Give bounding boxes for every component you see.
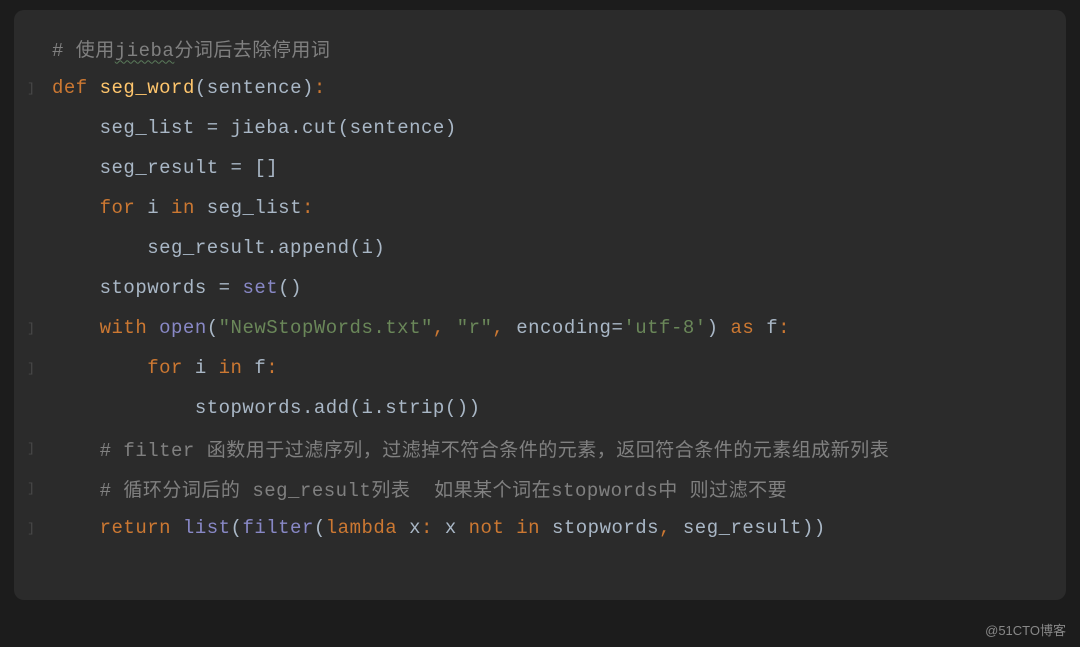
- code-content: for i in f:: [40, 357, 278, 379]
- code-line: stopwords.add(i.strip()): [14, 388, 1066, 428]
- code-line: ] def seg_word(sentence):: [14, 68, 1066, 108]
- gutter-mark: ]: [22, 521, 40, 536]
- code-content: def seg_word(sentence):: [40, 77, 326, 99]
- watermark-text: @51CTO博客: [985, 620, 1066, 639]
- code-line: ] for i in f:: [14, 348, 1066, 388]
- code-line: seg_result.append(i): [14, 228, 1066, 268]
- code-line: seg_list = jieba.cut(sentence): [14, 108, 1066, 148]
- code-content: for i in seg_list:: [40, 197, 314, 219]
- code-content: # filter 函数用于过滤序列，过滤掉不符合条件的元素，返回符合条件的元素组…: [40, 435, 889, 462]
- gutter-mark: ]: [22, 441, 40, 456]
- code-line: stopwords = set(): [14, 268, 1066, 308]
- code-content: stopwords.add(i.strip()): [40, 397, 481, 419]
- gutter-mark: ]: [22, 481, 40, 496]
- code-content: # 循环分词后的 seg_result列表 如果某个词在stopwords中 则…: [40, 475, 787, 502]
- code-content: stopwords = set(): [40, 277, 302, 299]
- code-line: for i in seg_list:: [14, 188, 1066, 228]
- code-line: ] return list(filter(lambda x: x not in …: [14, 508, 1066, 548]
- gutter-mark: ]: [22, 321, 40, 336]
- code-content: seg_result = []: [40, 157, 278, 179]
- code-line: ] # 循环分词后的 seg_result列表 如果某个词在stopwords中…: [14, 468, 1066, 508]
- code-editor[interactable]: # 使用jieba分词后去除停用词 ] def seg_word(sentenc…: [14, 10, 1066, 600]
- code-content: # 使用jieba分词后去除停用词: [40, 35, 330, 62]
- code-line: seg_result = []: [14, 148, 1066, 188]
- code-line: # 使用jieba分词后去除停用词: [14, 28, 1066, 68]
- code-line: ] # filter 函数用于过滤序列，过滤掉不符合条件的元素，返回符合条件的元…: [14, 428, 1066, 468]
- code-content: with open("NewStopWords.txt", "r", encod…: [40, 317, 790, 339]
- code-content: seg_list = jieba.cut(sentence): [40, 117, 457, 139]
- gutter-mark: ]: [22, 361, 40, 376]
- code-line: ] with open("NewStopWords.txt", "r", enc…: [14, 308, 1066, 348]
- code-content: return list(filter(lambda x: x not in st…: [40, 517, 826, 539]
- gutter-mark: ]: [22, 81, 40, 96]
- code-content: seg_result.append(i): [40, 237, 385, 259]
